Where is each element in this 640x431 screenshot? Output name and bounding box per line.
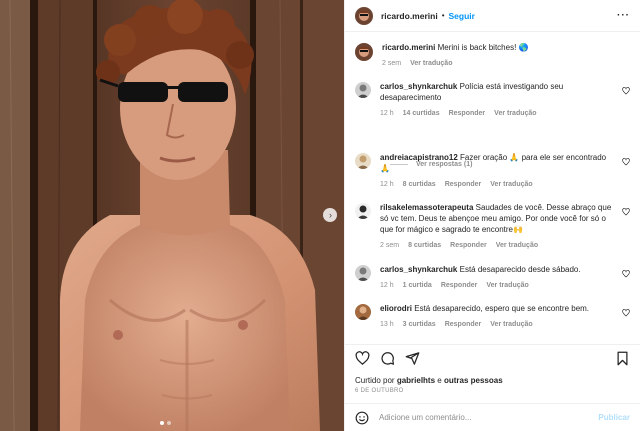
- bookmark-icon[interactable]: [615, 351, 630, 366]
- post-photo: ›: [0, 0, 344, 431]
- caption-username[interactable]: ricardo.merini: [382, 43, 435, 52]
- comment-likes[interactable]: 1 curtida: [403, 280, 432, 291]
- comment-likes[interactable]: 14 curtidas: [403, 108, 440, 119]
- reply-button[interactable]: Responder: [445, 319, 482, 330]
- comment-username[interactable]: carlos_shynkarchuk: [380, 82, 457, 91]
- comment-icon[interactable]: [380, 351, 395, 366]
- liked-by-user[interactable]: gabrielhts: [397, 376, 435, 385]
- carousel-indicator: [160, 421, 171, 425]
- emoji-icon[interactable]: [355, 411, 369, 425]
- comment-item: carlos_shynkarchuk Está desaparecido des…: [355, 264, 630, 291]
- reply-button[interactable]: Responder: [445, 179, 482, 190]
- comment-item: carlos_shynkarchuk Polícia está investig…: [355, 81, 630, 119]
- share-icon[interactable]: [405, 351, 420, 366]
- reply-button[interactable]: Responder: [450, 240, 487, 251]
- translate-button[interactable]: Ver tradução: [486, 280, 528, 291]
- commenter-avatar[interactable]: [355, 265, 371, 281]
- photo-illustration: [0, 0, 344, 431]
- author-avatar[interactable]: [355, 6, 373, 25]
- translate-button[interactable]: Ver tradução: [496, 240, 538, 251]
- commenter-avatar[interactable]: [355, 82, 371, 98]
- comment-like-heart-icon[interactable]: [622, 309, 630, 317]
- comment-text: Está desaparecido, espero que se encontr…: [414, 304, 590, 313]
- comment-username[interactable]: andreiacapistrano12: [380, 153, 458, 162]
- comment-likes[interactable]: 8 curtidas: [403, 179, 436, 190]
- comment-input[interactable]: [379, 413, 599, 422]
- post-header: ricardo.merini • Seguir ···: [345, 0, 640, 32]
- more-options-icon[interactable]: ···: [617, 10, 630, 21]
- liked-by-others-link[interactable]: outras pessoas: [444, 376, 503, 385]
- post-details-panel: ricardo.merini • Seguir ··· ricardo.meri…: [344, 0, 640, 431]
- commenter-avatar[interactable]: [355, 203, 371, 219]
- heart-icon[interactable]: [355, 351, 370, 366]
- translate-button[interactable]: Ver tradução: [490, 179, 532, 190]
- comment-time[interactable]: 12 h: [380, 179, 394, 190]
- comment-like-heart-icon[interactable]: [622, 208, 630, 216]
- comment-likes[interactable]: 8 curtidas: [408, 240, 441, 251]
- post-date[interactable]: 6 DE OUTUBRO: [355, 388, 404, 394]
- comment-item: rilsakelemassoterapeuta Saudades de você…: [355, 202, 630, 251]
- likes-prefix: Curtido por: [355, 376, 395, 385]
- caption-translate-button[interactable]: Ver tradução: [410, 58, 452, 69]
- comment-time[interactable]: 13 h: [380, 319, 394, 330]
- comment-text: Está desaparecido desde sábado.: [459, 265, 581, 274]
- caption-time[interactable]: 2 sem: [382, 58, 401, 69]
- caption-text: Merini is back bitches! 🌎: [437, 43, 529, 52]
- likes-summary: Curtido por gabrielhts e outras pessoas: [355, 376, 503, 385]
- comment-likes[interactable]: 3 curtidas: [403, 319, 436, 330]
- caption: ricardo.merini Merini is back bitches! 🌎…: [355, 42, 630, 69]
- likes-connector: e: [437, 376, 442, 385]
- separator-dot: •: [441, 11, 445, 20]
- commenter-avatar[interactable]: [355, 153, 371, 169]
- comment-like-heart-icon[interactable]: [622, 270, 630, 278]
- follow-button[interactable]: Seguir: [449, 11, 475, 21]
- translate-button[interactable]: Ver tradução: [494, 108, 536, 119]
- carousel-dot: [160, 421, 164, 425]
- comment-username[interactable]: rilsakelemassoterapeuta: [380, 203, 473, 212]
- comment-time[interactable]: 2 sem: [380, 240, 399, 251]
- post-action-bar: [345, 344, 640, 372]
- commenter-avatar[interactable]: [355, 304, 371, 320]
- reply-button[interactable]: Responder: [449, 108, 486, 119]
- carousel-next-button[interactable]: ›: [323, 208, 337, 222]
- author-username[interactable]: ricardo.merini: [381, 11, 438, 21]
- translate-button[interactable]: Ver tradução: [490, 319, 532, 330]
- publish-button[interactable]: Publicar: [598, 413, 630, 422]
- chevron-right-icon: ›: [329, 209, 332, 220]
- comment-time[interactable]: 12 h: [380, 280, 394, 291]
- comments-list: ricardo.merini Merini is back bitches! 🌎…: [345, 32, 640, 344]
- comment-like-heart-icon[interactable]: [622, 87, 630, 95]
- author-avatar[interactable]: [355, 43, 373, 61]
- comment-username[interactable]: carlos_shynkarchuk: [380, 265, 457, 274]
- comment-like-heart-icon[interactable]: [622, 158, 630, 166]
- comment-time[interactable]: 12 h: [380, 108, 394, 119]
- carousel-dot: [167, 421, 171, 425]
- add-comment-bar: Publicar: [345, 403, 640, 431]
- reply-button[interactable]: Responder: [441, 280, 478, 291]
- comment-username[interactable]: eliorodri: [380, 304, 412, 313]
- comment-item: andreiacapistrano12 Fazer oração 🙏 para …: [355, 152, 630, 190]
- comment-item: eliorodri Está desaparecido, espero que …: [355, 303, 630, 330]
